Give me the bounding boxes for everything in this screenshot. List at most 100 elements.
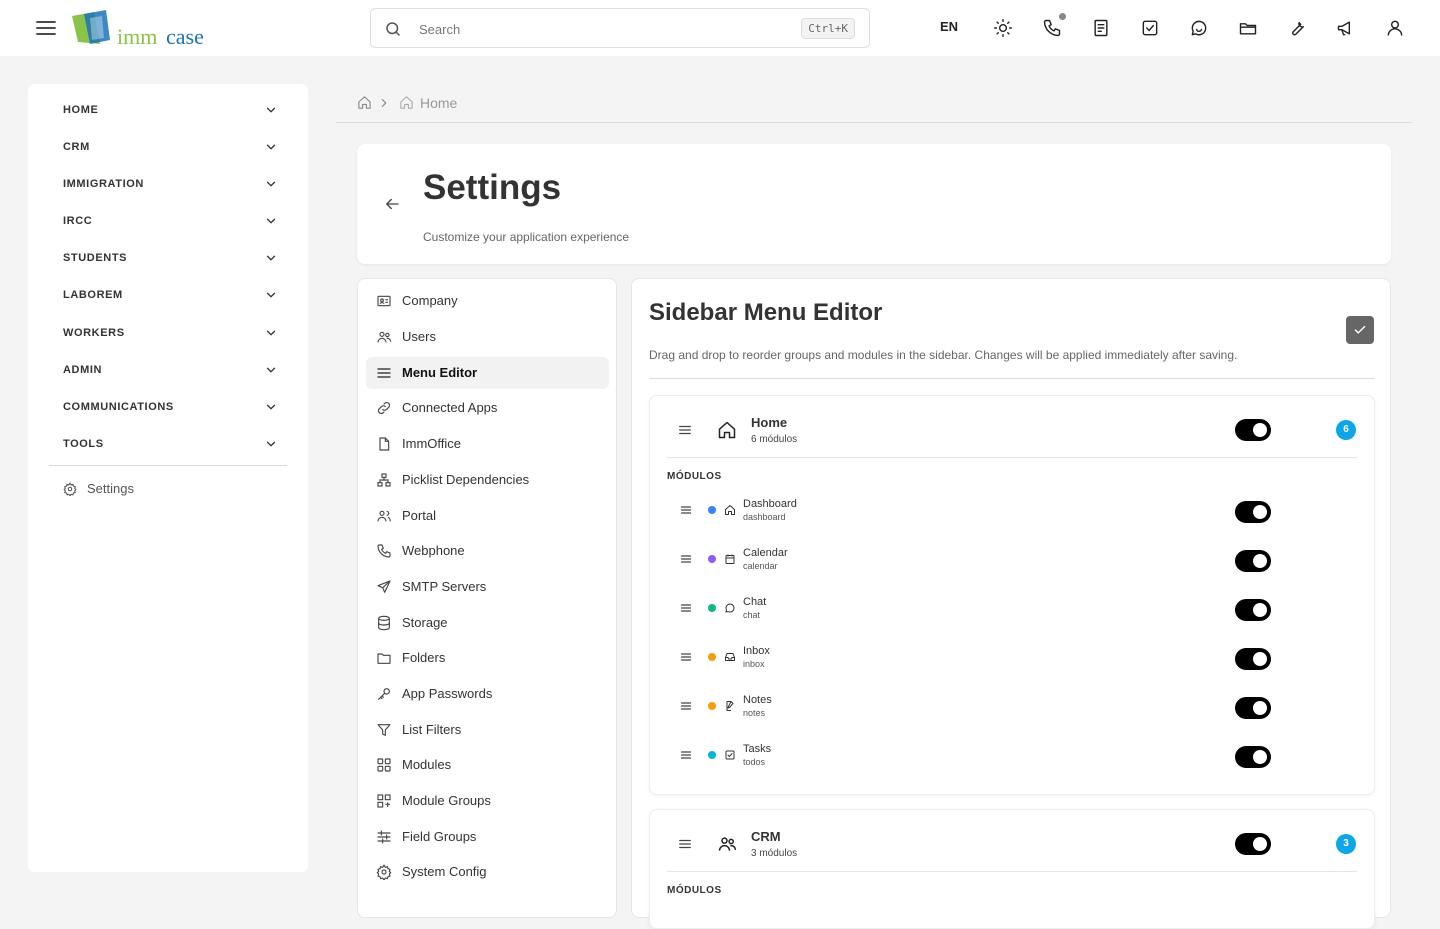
grid-icon: [376, 757, 392, 773]
hierarchy-icon: [376, 472, 392, 488]
module-toggle-calendar[interactable]: [1235, 550, 1271, 572]
chat-icon[interactable]: [1189, 18, 1209, 38]
hamburger-menu-icon[interactable]: [34, 16, 58, 40]
drag-handle-icon[interactable]: [680, 700, 692, 712]
settings-nav-label: Field Groups: [402, 829, 477, 844]
sidebar-group-label: STUDENTS: [63, 252, 128, 264]
editor-divider: [649, 378, 1375, 379]
sidebar-group-crm[interactable]: CRM: [63, 136, 278, 160]
settings-nav-module-groups[interactable]: Module Groups: [366, 785, 609, 817]
user-icon[interactable]: [1385, 18, 1405, 38]
settings-nav-company[interactable]: Company: [366, 285, 609, 317]
module-key: calendar: [743, 561, 778, 571]
logo-word-case: case: [166, 24, 204, 49]
sidebar-group-admin[interactable]: ADMIN: [63, 359, 278, 383]
module-color-dot: [708, 604, 716, 612]
settings-nav-smtp-servers[interactable]: SMTP Servers: [366, 571, 609, 603]
module-toggle-inbox[interactable]: [1235, 648, 1271, 670]
settings-nav-storage[interactable]: Storage: [366, 607, 609, 639]
drag-handle-icon[interactable]: [678, 837, 692, 851]
menu-group-count-badge: 6: [1336, 420, 1356, 440]
module-color-dot: [708, 506, 716, 514]
module-name: Chat: [743, 596, 767, 608]
module-key: todos: [743, 757, 766, 767]
module-toggle-dashboard[interactable]: [1235, 501, 1271, 523]
tasks-icon[interactable]: [1140, 18, 1160, 38]
settings-nav-label: Menu Editor: [402, 365, 478, 380]
sidebar-group-tools[interactable]: TOOLS: [63, 433, 278, 457]
search-icon: [384, 20, 402, 38]
module-groups-icon: [376, 793, 392, 809]
app-logo[interactable]: imm case: [70, 10, 210, 49]
settings-nav-field-groups[interactable]: Field Groups: [366, 821, 609, 853]
global-search[interactable]: Ctrl+K: [370, 8, 870, 48]
notes-icon[interactable]: [1091, 18, 1111, 38]
wrench-icon[interactable]: [1287, 18, 1307, 38]
menu-group-toggle[interactable]: [1235, 419, 1271, 441]
settings-nav-webphone[interactable]: Webphone: [366, 535, 609, 567]
settings-nav-connected-apps[interactable]: Connected Apps: [366, 392, 609, 424]
menu-group-module-count: 3 módulos: [751, 848, 798, 859]
module-color-dot: [708, 653, 716, 661]
users-icon: [717, 834, 737, 854]
breadcrumb-current: Home: [420, 95, 458, 111]
settings-nav-folders[interactable]: Folders: [366, 642, 609, 674]
chevron-down-icon: [264, 437, 278, 451]
phone-icon[interactable]: [1042, 18, 1062, 38]
module-name: Inbox: [743, 645, 770, 657]
settings-nav-list-filters[interactable]: List Filters: [366, 714, 609, 746]
module-toggle-notes[interactable]: [1235, 697, 1271, 719]
note-edit-icon: [724, 700, 736, 712]
home-icon: [724, 504, 736, 516]
module-toggle-chat[interactable]: [1235, 599, 1271, 621]
sidebar-group-workers[interactable]: WORKERS: [63, 322, 278, 346]
settings-nav-label: Company: [402, 293, 458, 308]
drag-handle-icon[interactable]: [680, 749, 692, 761]
settings-nav-portal[interactable]: Portal: [366, 500, 609, 532]
drag-handle-icon[interactable]: [680, 602, 692, 614]
sun-icon[interactable]: [993, 18, 1013, 38]
back-arrow-icon[interactable]: [383, 195, 401, 213]
module-color-dot: [708, 751, 716, 759]
settings-nav-modules[interactable]: Modules: [366, 749, 609, 781]
menu-group-divider: [667, 871, 1357, 872]
drag-handle-icon[interactable]: [680, 651, 692, 663]
settings-nav-menu-editor[interactable]: Menu Editor: [366, 357, 609, 389]
breadcrumb-divider: [336, 122, 1412, 123]
sidebar-group-students[interactable]: STUDENTS: [63, 247, 278, 271]
drag-handle-icon[interactable]: [680, 504, 692, 516]
modules-section-label: MÓDULOS: [667, 471, 722, 482]
sidebar-divider: [49, 465, 287, 466]
chevron-down-icon: [264, 326, 278, 340]
home-icon: [717, 420, 737, 440]
settings-nav-system-config[interactable]: System Config: [366, 856, 609, 888]
drag-handle-icon[interactable]: [678, 423, 692, 437]
module-name: Notes: [743, 694, 772, 706]
megaphone-icon[interactable]: [1336, 18, 1356, 38]
home-icon[interactable]: [357, 95, 372, 110]
folder-icon[interactable]: [1238, 18, 1258, 38]
id-card-icon: [376, 293, 392, 309]
chevron-down-icon: [264, 363, 278, 377]
settings-nav-immoffice[interactable]: ImmOffice: [366, 428, 609, 460]
module-key: dashboard: [743, 512, 786, 522]
settings-nav-app-passwords[interactable]: App Passwords: [366, 678, 609, 710]
sidebar-group-immigration[interactable]: IMMIGRATION: [63, 173, 278, 197]
settings-nav-users[interactable]: Users: [366, 321, 609, 353]
language-selector[interactable]: EN: [940, 19, 958, 34]
settings-nav-label: Webphone: [402, 543, 465, 558]
save-button[interactable]: [1346, 316, 1374, 344]
sidebar-group-laborem[interactable]: LABOREM: [63, 284, 278, 308]
chevron-down-icon: [264, 103, 278, 117]
menu-group-toggle[interactable]: [1235, 833, 1271, 855]
drag-handle-icon[interactable]: [680, 553, 692, 565]
sidebar-group-home[interactable]: HOME: [63, 99, 278, 123]
module-toggle-tasks[interactable]: [1235, 746, 1271, 768]
settings-nav-picklist-dependencies[interactable]: Picklist Dependencies: [366, 464, 609, 496]
sidebar-group-ircc[interactable]: IRCC: [63, 210, 278, 234]
users-icon: [376, 329, 392, 345]
database-icon: [376, 615, 392, 631]
search-input[interactable]: [419, 18, 759, 40]
module-name: Calendar: [743, 547, 788, 559]
sidebar-group-communications[interactable]: COMMUNICATIONS: [63, 396, 278, 420]
